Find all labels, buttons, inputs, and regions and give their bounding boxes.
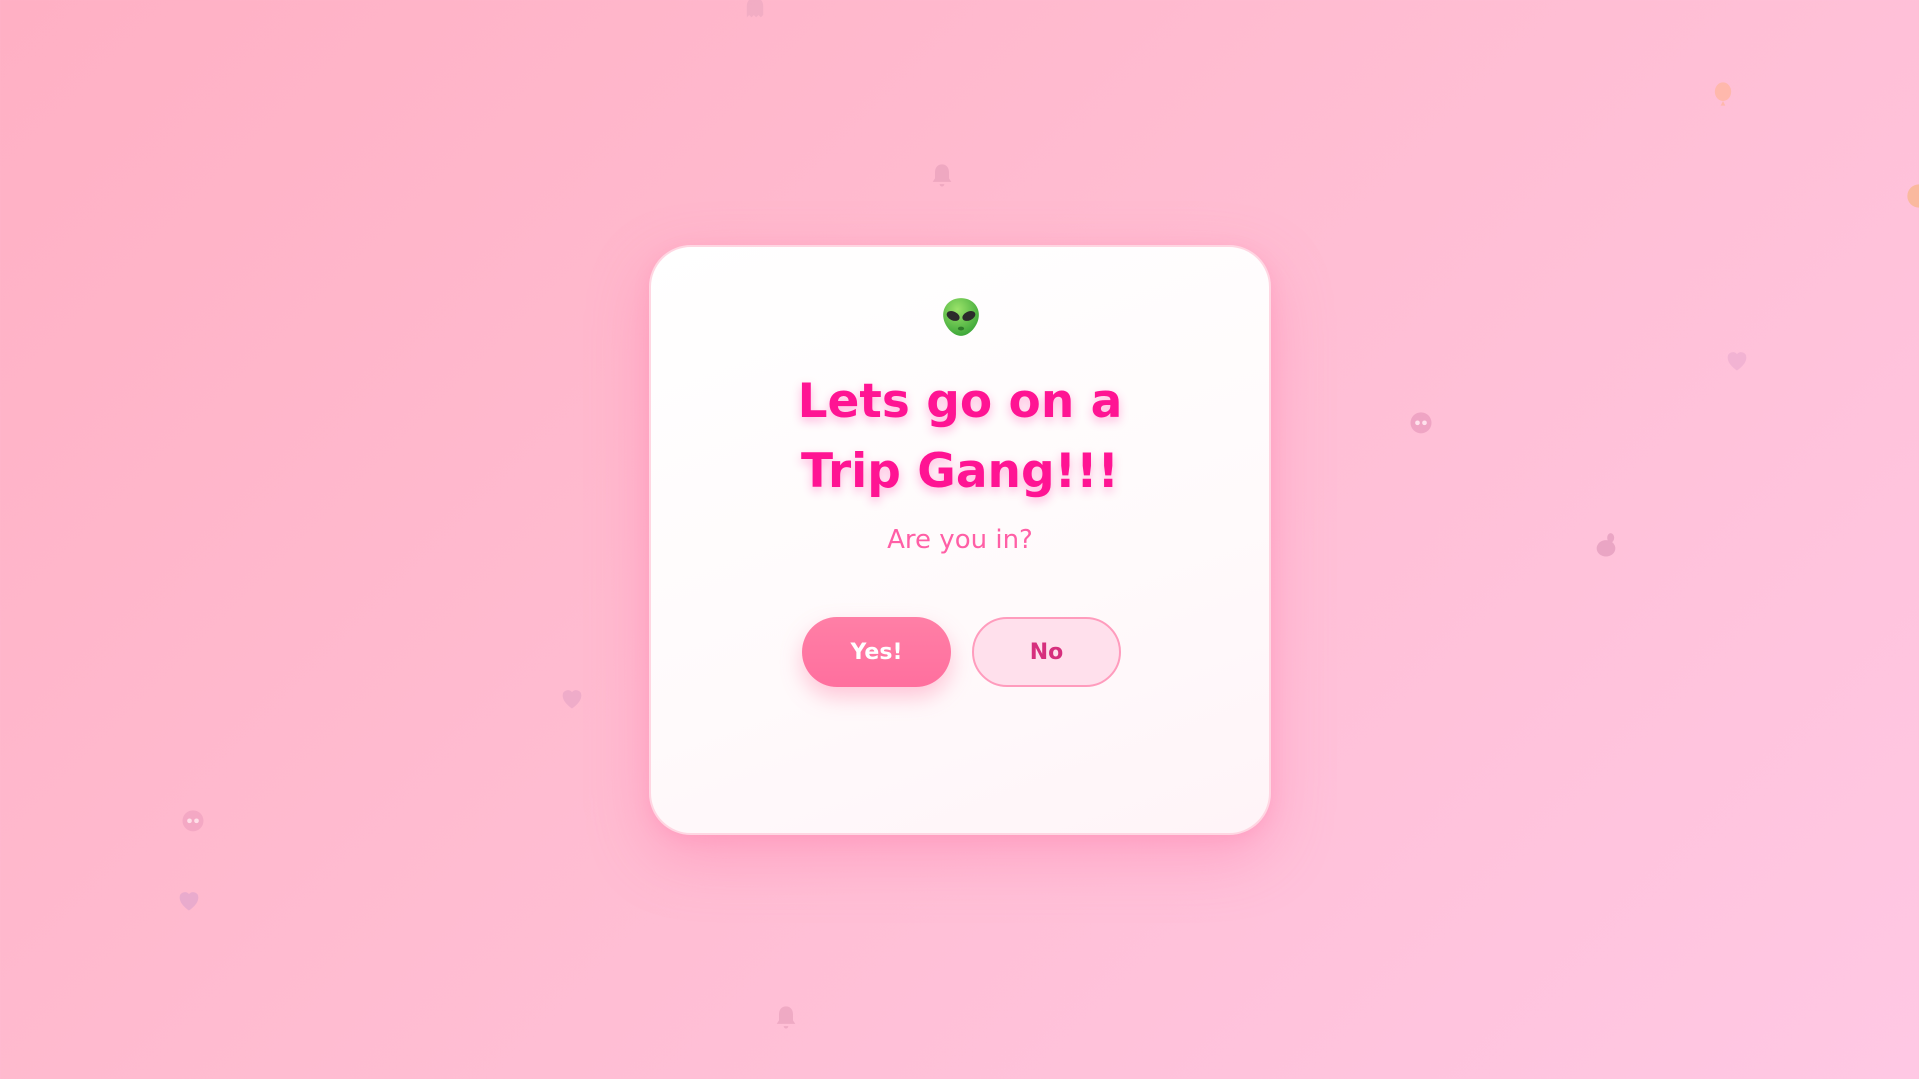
floating-heart-icon	[175, 886, 203, 914]
trip-dialog-card: Lets go on a Trip Gang!!! Are you in? Ye…	[649, 245, 1271, 835]
floating-bell-icon	[928, 162, 956, 190]
alien-icon	[940, 296, 982, 338]
floating-heart-icon	[1723, 346, 1751, 374]
yes-button[interactable]: Yes!	[802, 617, 951, 687]
dialog-subtitle: Are you in?	[887, 525, 1033, 555]
floating-face-icon	[1905, 182, 1919, 210]
floating-bell-icon	[772, 1004, 800, 1032]
floating-skull-icon	[1407, 410, 1435, 438]
floating-balloon-icon	[1709, 80, 1737, 108]
floating-bunny-icon	[1592, 532, 1620, 560]
dialog-title: Lets go on a Trip Gang!!!	[797, 374, 1123, 499]
floating-skull-icon	[179, 808, 207, 836]
floating-ghost-icon	[741, 0, 769, 22]
floating-heart-icon	[558, 684, 586, 712]
no-button[interactable]: No	[972, 617, 1121, 687]
